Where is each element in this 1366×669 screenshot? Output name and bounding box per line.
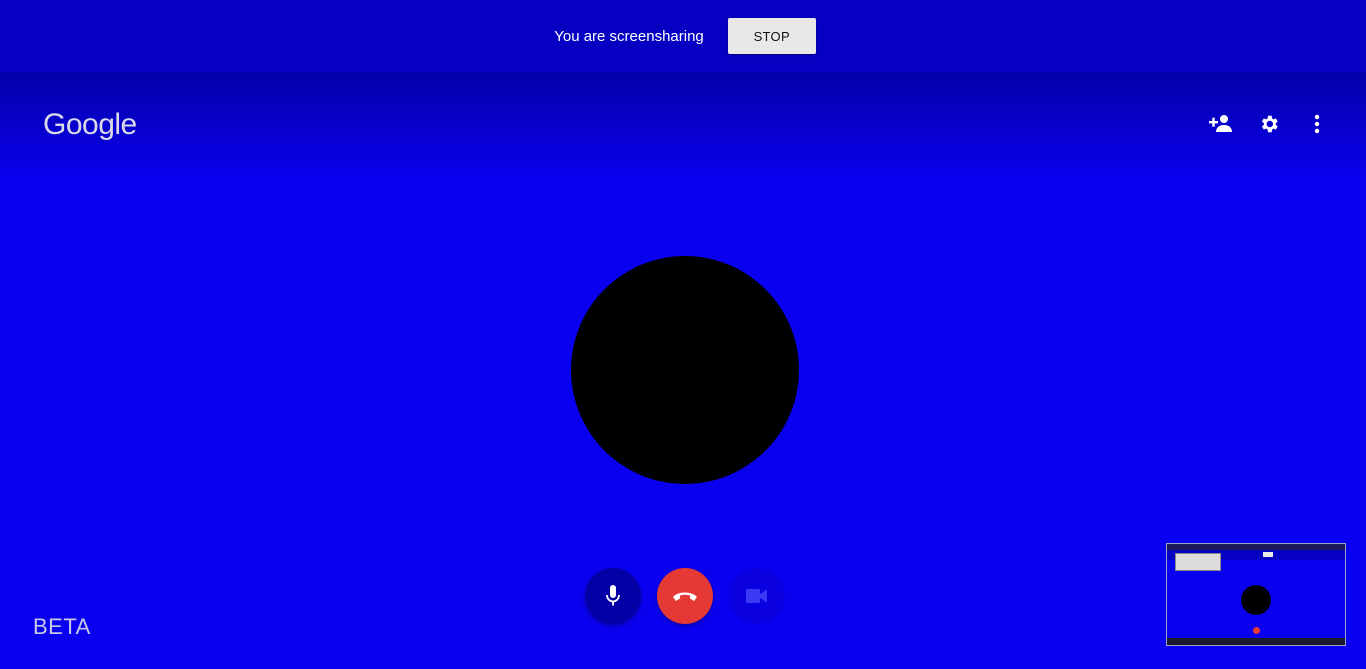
header-gradient (0, 72, 1366, 182)
preview-avatar (1241, 585, 1271, 615)
camera-button[interactable] (729, 568, 785, 624)
hang-up-button[interactable] (657, 568, 713, 624)
preview-taskbar (1167, 638, 1345, 645)
preview-stop-button (1263, 552, 1273, 557)
call-controls (585, 568, 785, 624)
video-camera-icon (746, 589, 767, 603)
preview-dialog (1175, 553, 1221, 571)
gear-icon[interactable] (1256, 108, 1282, 140)
microphone-button[interactable] (585, 568, 641, 624)
participant-avatar (571, 256, 799, 484)
stop-sharing-button[interactable]: STOP (727, 18, 816, 54)
beta-label: BETA (33, 614, 91, 639)
preview-hangup (1253, 627, 1260, 634)
screenshare-message: You are screensharing (554, 27, 704, 45)
more-vert-icon[interactable] (1304, 108, 1330, 140)
screenshare-bar: You are screensharing STOP (0, 0, 1366, 72)
google-logo: Google (43, 108, 137, 141)
add-person-icon[interactable] (1208, 108, 1234, 140)
self-view-preview[interactable] (1166, 543, 1346, 646)
hang-up-icon (673, 592, 697, 601)
microphone-icon (606, 585, 620, 606)
call-window: You are screensharing STOP Google BETA (0, 0, 1366, 669)
header-actions (1208, 108, 1330, 140)
